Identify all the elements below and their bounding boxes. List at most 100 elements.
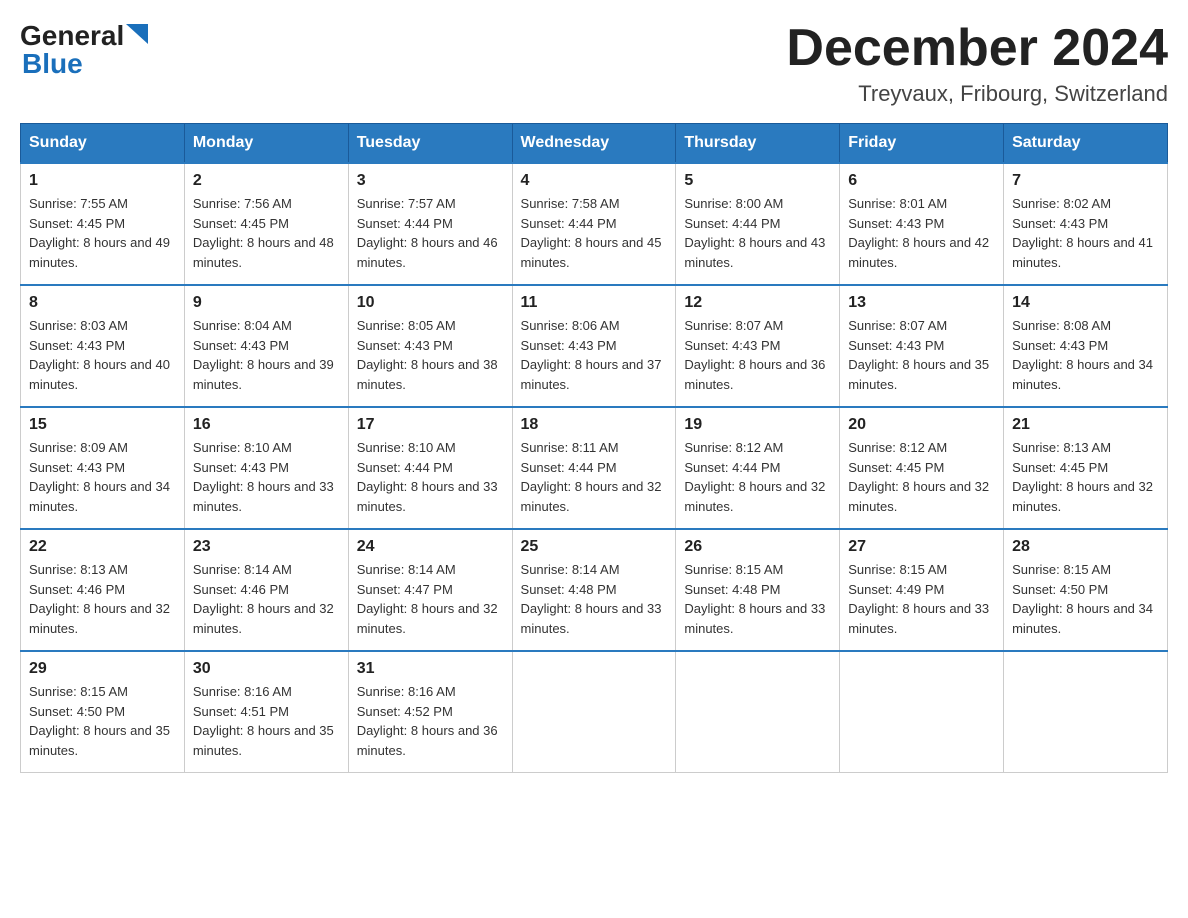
weekday-header-monday: Monday — [184, 124, 348, 164]
day-number: 13 — [848, 294, 995, 312]
weekday-header-sunday: Sunday — [21, 124, 185, 164]
day-info: Sunrise: 8:13 AMSunset: 4:45 PMDaylight:… — [1012, 440, 1153, 514]
day-number: 28 — [1012, 538, 1159, 556]
day-number: 11 — [521, 294, 668, 312]
day-info: Sunrise: 8:15 AMSunset: 4:50 PMDaylight:… — [29, 684, 170, 758]
calendar-cell: 18 Sunrise: 8:11 AMSunset: 4:44 PMDaylig… — [512, 407, 676, 529]
calendar-cell: 23 Sunrise: 8:14 AMSunset: 4:46 PMDaylig… — [184, 529, 348, 651]
calendar-cell: 31 Sunrise: 8:16 AMSunset: 4:52 PMDaylig… — [348, 651, 512, 773]
calendar-cell: 10 Sunrise: 8:05 AMSunset: 4:43 PMDaylig… — [348, 285, 512, 407]
day-number: 5 — [684, 172, 831, 190]
day-number: 12 — [684, 294, 831, 312]
day-info: Sunrise: 8:03 AMSunset: 4:43 PMDaylight:… — [29, 318, 170, 392]
day-number: 23 — [193, 538, 340, 556]
day-number: 22 — [29, 538, 176, 556]
calendar-cell — [676, 651, 840, 773]
day-number: 25 — [521, 538, 668, 556]
day-info: Sunrise: 8:12 AMSunset: 4:45 PMDaylight:… — [848, 440, 989, 514]
day-number: 20 — [848, 416, 995, 434]
calendar-week-row: 15 Sunrise: 8:09 AMSunset: 4:43 PMDaylig… — [21, 407, 1168, 529]
logo-triangle-icon — [126, 24, 148, 44]
month-title: December 2024 — [786, 20, 1168, 77]
calendar-cell: 22 Sunrise: 8:13 AMSunset: 4:46 PMDaylig… — [21, 529, 185, 651]
day-info: Sunrise: 8:14 AMSunset: 4:48 PMDaylight:… — [521, 562, 662, 636]
day-number: 16 — [193, 416, 340, 434]
weekday-header-saturday: Saturday — [1004, 124, 1168, 164]
day-number: 17 — [357, 416, 504, 434]
calendar-cell: 12 Sunrise: 8:07 AMSunset: 4:43 PMDaylig… — [676, 285, 840, 407]
day-number: 29 — [29, 660, 176, 678]
calendar-cell: 24 Sunrise: 8:14 AMSunset: 4:47 PMDaylig… — [348, 529, 512, 651]
day-number: 18 — [521, 416, 668, 434]
day-info: Sunrise: 7:57 AMSunset: 4:44 PMDaylight:… — [357, 196, 498, 270]
day-number: 7 — [1012, 172, 1159, 190]
calendar-cell: 7 Sunrise: 8:02 AMSunset: 4:43 PMDayligh… — [1004, 163, 1168, 285]
day-info: Sunrise: 8:13 AMSunset: 4:46 PMDaylight:… — [29, 562, 170, 636]
day-info: Sunrise: 8:10 AMSunset: 4:43 PMDaylight:… — [193, 440, 334, 514]
calendar-cell: 25 Sunrise: 8:14 AMSunset: 4:48 PMDaylig… — [512, 529, 676, 651]
day-info: Sunrise: 8:15 AMSunset: 4:48 PMDaylight:… — [684, 562, 825, 636]
day-info: Sunrise: 8:16 AMSunset: 4:51 PMDaylight:… — [193, 684, 334, 758]
calendar-cell: 30 Sunrise: 8:16 AMSunset: 4:51 PMDaylig… — [184, 651, 348, 773]
logo: General Blue — [20, 20, 148, 80]
day-info: Sunrise: 8:11 AMSunset: 4:44 PMDaylight:… — [521, 440, 662, 514]
day-info: Sunrise: 7:56 AMSunset: 4:45 PMDaylight:… — [193, 196, 334, 270]
day-info: Sunrise: 8:06 AMSunset: 4:43 PMDaylight:… — [521, 318, 662, 392]
day-number: 8 — [29, 294, 176, 312]
calendar-cell: 1 Sunrise: 7:55 AMSunset: 4:45 PMDayligh… — [21, 163, 185, 285]
calendar-cell: 5 Sunrise: 8:00 AMSunset: 4:44 PMDayligh… — [676, 163, 840, 285]
calendar-cell: 8 Sunrise: 8:03 AMSunset: 4:43 PMDayligh… — [21, 285, 185, 407]
calendar-cell — [1004, 651, 1168, 773]
calendar-week-row: 8 Sunrise: 8:03 AMSunset: 4:43 PMDayligh… — [21, 285, 1168, 407]
calendar-cell: 2 Sunrise: 7:56 AMSunset: 4:45 PMDayligh… — [184, 163, 348, 285]
calendar-cell: 14 Sunrise: 8:08 AMSunset: 4:43 PMDaylig… — [1004, 285, 1168, 407]
header: General Blue December 2024 Treyvaux, Fri… — [20, 20, 1168, 107]
weekday-header-tuesday: Tuesday — [348, 124, 512, 164]
day-number: 15 — [29, 416, 176, 434]
day-number: 10 — [357, 294, 504, 312]
calendar-cell: 17 Sunrise: 8:10 AMSunset: 4:44 PMDaylig… — [348, 407, 512, 529]
calendar-cell: 21 Sunrise: 8:13 AMSunset: 4:45 PMDaylig… — [1004, 407, 1168, 529]
day-info: Sunrise: 8:00 AMSunset: 4:44 PMDaylight:… — [684, 196, 825, 270]
calendar-cell: 27 Sunrise: 8:15 AMSunset: 4:49 PMDaylig… — [840, 529, 1004, 651]
day-number: 21 — [1012, 416, 1159, 434]
calendar-cell: 3 Sunrise: 7:57 AMSunset: 4:44 PMDayligh… — [348, 163, 512, 285]
calendar-cell: 20 Sunrise: 8:12 AMSunset: 4:45 PMDaylig… — [840, 407, 1004, 529]
weekday-header-row: SundayMondayTuesdayWednesdayThursdayFrid… — [21, 124, 1168, 164]
calendar-cell: 6 Sunrise: 8:01 AMSunset: 4:43 PMDayligh… — [840, 163, 1004, 285]
calendar-cell: 19 Sunrise: 8:12 AMSunset: 4:44 PMDaylig… — [676, 407, 840, 529]
day-info: Sunrise: 8:15 AMSunset: 4:49 PMDaylight:… — [848, 562, 989, 636]
day-number: 9 — [193, 294, 340, 312]
day-info: Sunrise: 8:05 AMSunset: 4:43 PMDaylight:… — [357, 318, 498, 392]
day-number: 26 — [684, 538, 831, 556]
calendar-cell: 4 Sunrise: 7:58 AMSunset: 4:44 PMDayligh… — [512, 163, 676, 285]
calendar-cell: 16 Sunrise: 8:10 AMSunset: 4:43 PMDaylig… — [184, 407, 348, 529]
day-info: Sunrise: 8:01 AMSunset: 4:43 PMDaylight:… — [848, 196, 989, 270]
logo-blue-text: Blue — [22, 48, 83, 80]
day-info: Sunrise: 8:16 AMSunset: 4:52 PMDaylight:… — [357, 684, 498, 758]
calendar-week-row: 29 Sunrise: 8:15 AMSunset: 4:50 PMDaylig… — [21, 651, 1168, 773]
day-number: 1 — [29, 172, 176, 190]
calendar-cell: 13 Sunrise: 8:07 AMSunset: 4:43 PMDaylig… — [840, 285, 1004, 407]
weekday-header-thursday: Thursday — [676, 124, 840, 164]
day-info: Sunrise: 8:07 AMSunset: 4:43 PMDaylight:… — [848, 318, 989, 392]
day-info: Sunrise: 8:02 AMSunset: 4:43 PMDaylight:… — [1012, 196, 1153, 270]
day-info: Sunrise: 8:07 AMSunset: 4:43 PMDaylight:… — [684, 318, 825, 392]
day-info: Sunrise: 8:09 AMSunset: 4:43 PMDaylight:… — [29, 440, 170, 514]
day-number: 6 — [848, 172, 995, 190]
calendar-table: SundayMondayTuesdayWednesdayThursdayFrid… — [20, 123, 1168, 773]
title-area: December 2024 Treyvaux, Fribourg, Switze… — [786, 20, 1168, 107]
calendar-cell: 15 Sunrise: 8:09 AMSunset: 4:43 PMDaylig… — [21, 407, 185, 529]
weekday-header-wednesday: Wednesday — [512, 124, 676, 164]
day-number: 30 — [193, 660, 340, 678]
day-info: Sunrise: 8:10 AMSunset: 4:44 PMDaylight:… — [357, 440, 498, 514]
weekday-header-friday: Friday — [840, 124, 1004, 164]
day-number: 2 — [193, 172, 340, 190]
day-info: Sunrise: 8:08 AMSunset: 4:43 PMDaylight:… — [1012, 318, 1153, 392]
day-number: 19 — [684, 416, 831, 434]
day-number: 24 — [357, 538, 504, 556]
day-number: 31 — [357, 660, 504, 678]
calendar-cell: 9 Sunrise: 8:04 AMSunset: 4:43 PMDayligh… — [184, 285, 348, 407]
calendar-cell: 29 Sunrise: 8:15 AMSunset: 4:50 PMDaylig… — [21, 651, 185, 773]
location-title: Treyvaux, Fribourg, Switzerland — [786, 81, 1168, 107]
